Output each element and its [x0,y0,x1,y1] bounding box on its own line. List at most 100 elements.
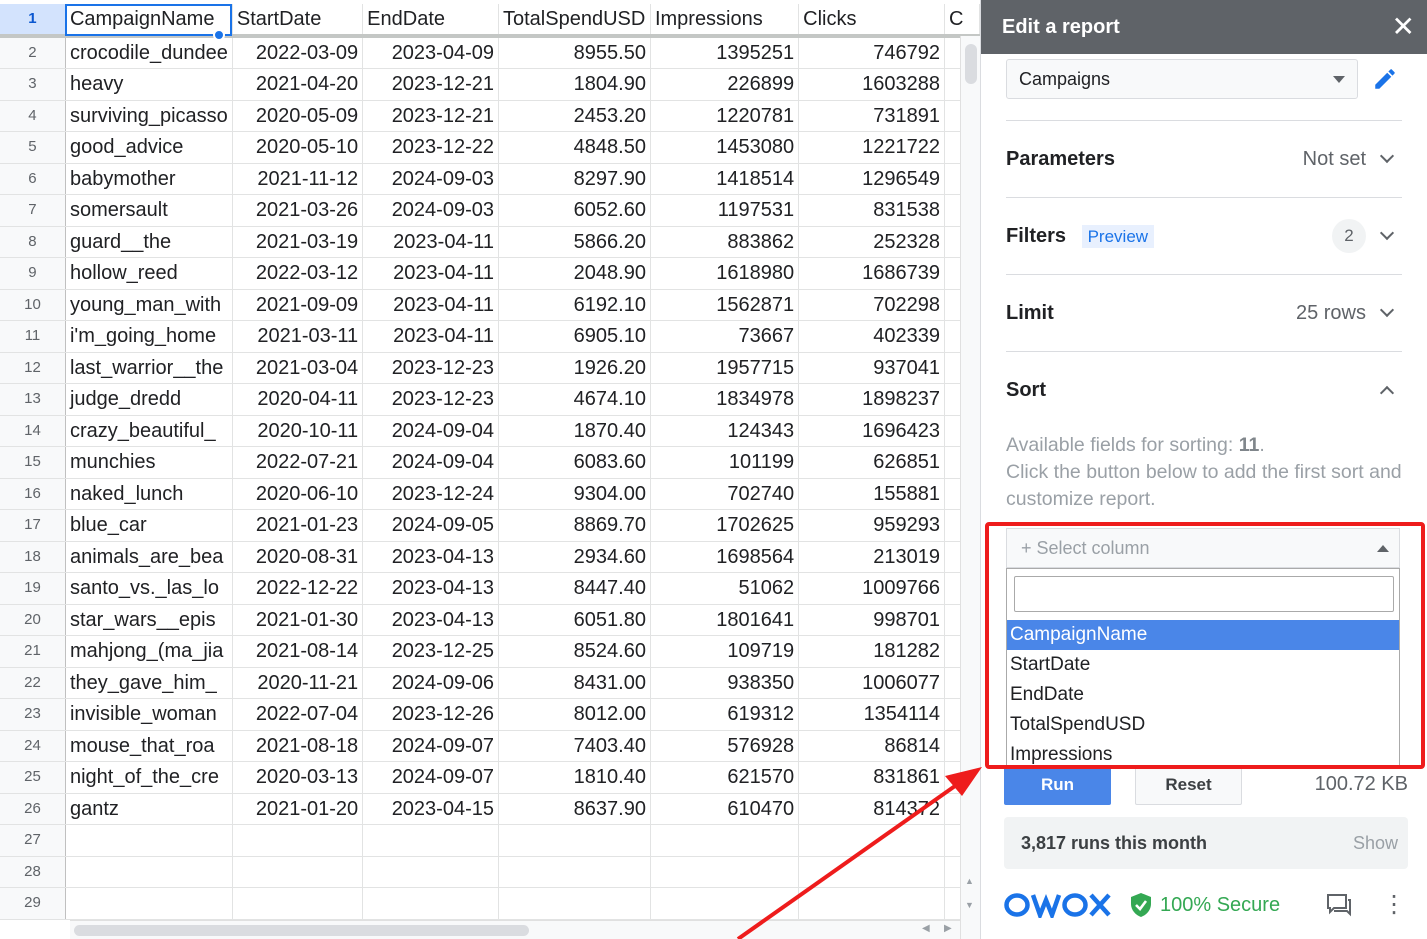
table-cell[interactable]: 2020-06-10 [232,478,364,510]
table-cell[interactable]: 8431.00 [498,667,651,699]
table-cell[interactable]: 2024-09-04 [362,446,499,479]
table-cell[interactable] [362,856,499,888]
row-header[interactable]: 6 [0,163,66,195]
table-cell[interactable]: 731891 [798,100,945,132]
chat-icon[interactable] [1326,893,1352,917]
pencil-icon[interactable] [1372,66,1398,92]
column-header-cell[interactable]: C [944,4,980,38]
table-cell[interactable]: munchies [65,446,233,479]
table-cell[interactable]: invisible_woman [65,698,233,731]
table-cell[interactable]: 2021-03-19 [232,226,364,258]
table-cell[interactable]: 2021-04-20 [232,68,364,101]
table-cell[interactable]: 8012.00 [498,698,651,731]
table-cell[interactable] [362,824,499,857]
table-cell[interactable] [650,856,800,888]
table-cell[interactable]: 1898237 [798,383,945,416]
table-cell[interactable]: 702740 [650,478,800,510]
table-cell[interactable] [65,824,233,857]
table-cell[interactable]: 2020-10-11 [232,415,364,447]
scroll-up-arrow-icon[interactable]: ▲ [965,876,974,886]
scroll-left-arrow-icon[interactable]: ◀ [922,923,930,934]
sort-section[interactable]: Sort [1006,351,1402,428]
row-header[interactable]: 25 [0,761,66,794]
table-cell[interactable]: 2024-09-03 [362,194,499,227]
table-cell[interactable]: 8637.90 [498,793,651,825]
table-cell[interactable]: 1603288 [798,68,945,101]
table-cell[interactable]: 814372 [798,793,945,825]
table-cell[interactable]: 998701 [798,604,945,636]
table-cell[interactable]: 2021-01-23 [232,509,364,542]
table-cell[interactable]: 1926.20 [498,352,651,384]
table-cell[interactable]: mahjong_(ma_jia [65,635,233,668]
table-cell[interactable]: 2022-12-22 [232,572,364,605]
reset-button[interactable]: Reset [1135,765,1242,805]
horizontal-scrollbar[interactable]: ◀ ▶ [70,920,960,939]
table-cell[interactable]: 2021-08-18 [232,730,364,762]
table-cell[interactable]: 2021-03-11 [232,320,364,353]
chevron-down-icon[interactable] [1379,225,1395,241]
table-cell[interactable]: 2024-09-03 [362,163,499,195]
column-header-cell[interactable]: StartDate [232,4,364,38]
table-cell[interactable] [498,887,651,920]
table-cell[interactable]: 6083.60 [498,446,651,479]
table-cell[interactable]: 702298 [798,289,945,321]
table-cell[interactable]: 2020-08-31 [232,541,364,573]
table-cell[interactable] [650,824,800,857]
table-cell[interactable]: 2021-01-30 [232,604,364,636]
table-cell[interactable]: 2023-12-26 [362,698,499,731]
table-cell[interactable]: guard__the [65,226,233,258]
table-cell[interactable]: 2023-04-11 [362,320,499,353]
table-cell[interactable]: 8869.70 [498,509,651,542]
table-cell[interactable]: gantz [65,793,233,825]
table-cell[interactable]: 1009766 [798,572,945,605]
table-cell[interactable]: 4674.10 [498,383,651,416]
table-cell[interactable] [650,887,800,920]
table-cell[interactable]: 86814 [798,730,945,762]
table-cell[interactable]: 252328 [798,226,945,258]
table-cell[interactable]: 2023-04-11 [362,289,499,321]
table-cell[interactable]: star_wars__epis [65,604,233,636]
table-cell[interactable]: 4848.50 [498,131,651,164]
table-cell[interactable] [362,887,499,920]
table-cell[interactable]: 402339 [798,320,945,353]
table-cell[interactable]: 610470 [650,793,800,825]
table-cell[interactable]: 2023-04-13 [362,604,499,636]
table-cell[interactable]: 2020-05-09 [232,100,364,132]
table-cell[interactable]: 831538 [798,194,945,227]
row-header[interactable]: 14 [0,415,66,447]
table-cell[interactable]: 1810.40 [498,761,651,794]
chevron-down-icon[interactable] [1379,302,1395,318]
table-cell[interactable]: 6051.80 [498,604,651,636]
table-cell[interactable]: mouse_that_roa [65,730,233,762]
table-cell[interactable] [498,856,651,888]
table-cell[interactable]: 73667 [650,320,800,353]
table-cell[interactable]: 2022-07-21 [232,446,364,479]
column-header-cell[interactable]: Clicks [798,4,945,38]
table-cell[interactable]: blue_car [65,509,233,542]
table-cell[interactable]: 1197531 [650,194,800,227]
report-select[interactable]: Campaigns [1006,59,1358,99]
row-header[interactable]: 4 [0,100,66,132]
row-header[interactable]: 28 [0,856,66,888]
column-header-cell[interactable]: TotalSpendUSD [498,4,651,38]
table-cell[interactable]: 1702625 [650,509,800,542]
more-vert-icon[interactable]: ⋮ [1382,893,1406,917]
table-cell[interactable]: 1562871 [650,289,800,321]
row-header[interactable]: 23 [0,698,66,731]
limit-section[interactable]: Limit 25 rows [1006,274,1402,351]
table-cell[interactable]: 226899 [650,68,800,101]
row-header[interactable]: 29 [0,887,66,920]
table-cell[interactable]: 626851 [798,446,945,479]
table-cell[interactable]: 8447.40 [498,572,651,605]
table-cell[interactable]: surviving_picasso [65,100,233,132]
table-cell[interactable]: 1453080 [650,131,800,164]
table-cell[interactable] [65,856,233,888]
vertical-scrollbar[interactable]: ▲ ▼ [960,36,980,939]
table-cell[interactable] [498,824,651,857]
scroll-right-arrow-icon[interactable]: ▶ [944,923,952,934]
table-cell[interactable]: 1618980 [650,257,800,290]
table-cell[interactable]: 1870.40 [498,415,651,447]
table-cell[interactable]: judge_dredd [65,383,233,416]
run-button[interactable]: Run [1004,765,1111,805]
row-header[interactable]: 15 [0,446,66,479]
